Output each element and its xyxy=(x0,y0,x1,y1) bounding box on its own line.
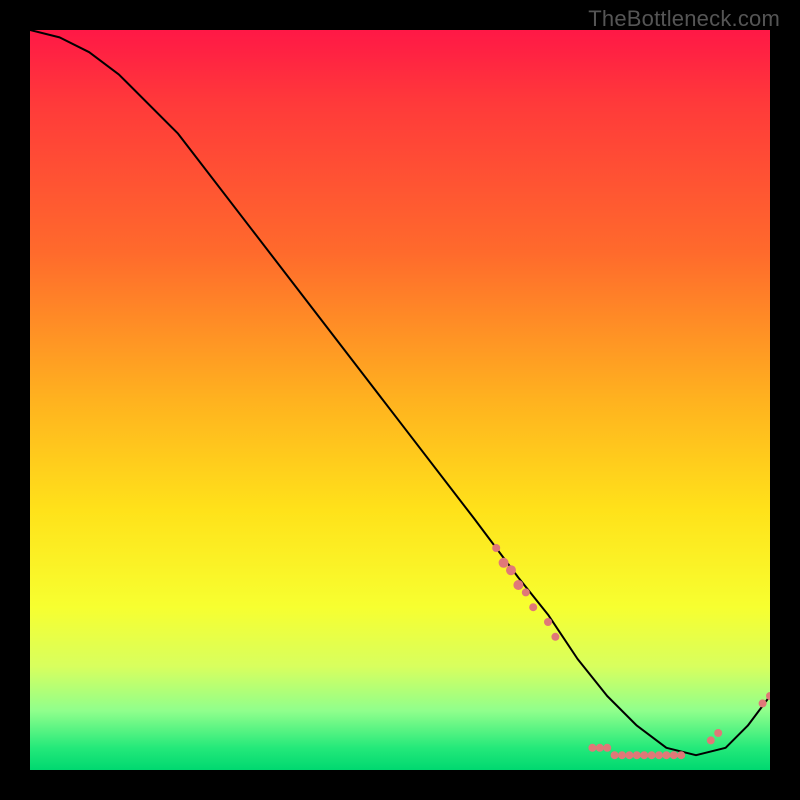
data-marker xyxy=(499,558,509,568)
data-marker xyxy=(662,751,670,759)
plot-area xyxy=(30,30,770,770)
data-marker xyxy=(714,729,722,737)
data-marker xyxy=(588,744,596,752)
data-marker xyxy=(506,565,516,575)
data-marker xyxy=(611,751,619,759)
data-marker xyxy=(529,603,537,611)
data-marker xyxy=(655,751,663,759)
curve-line xyxy=(30,30,770,755)
data-marker xyxy=(603,744,611,752)
data-marker xyxy=(492,544,500,552)
data-marker xyxy=(759,699,767,707)
data-marker xyxy=(677,751,685,759)
data-marker xyxy=(640,751,648,759)
data-marker xyxy=(551,633,559,641)
data-marker xyxy=(625,751,633,759)
data-marker xyxy=(648,751,656,759)
marker-layer xyxy=(492,544,770,759)
chart-stage: TheBottleneck.com xyxy=(0,0,800,800)
data-marker xyxy=(618,751,626,759)
data-marker xyxy=(596,744,604,752)
watermark-text: TheBottleneck.com xyxy=(588,6,780,32)
data-marker xyxy=(522,588,530,596)
data-marker xyxy=(670,751,678,759)
data-marker xyxy=(544,618,552,626)
data-marker xyxy=(707,736,715,744)
data-marker xyxy=(633,751,641,759)
data-marker xyxy=(766,692,770,700)
data-marker xyxy=(513,580,523,590)
chart-svg xyxy=(30,30,770,770)
